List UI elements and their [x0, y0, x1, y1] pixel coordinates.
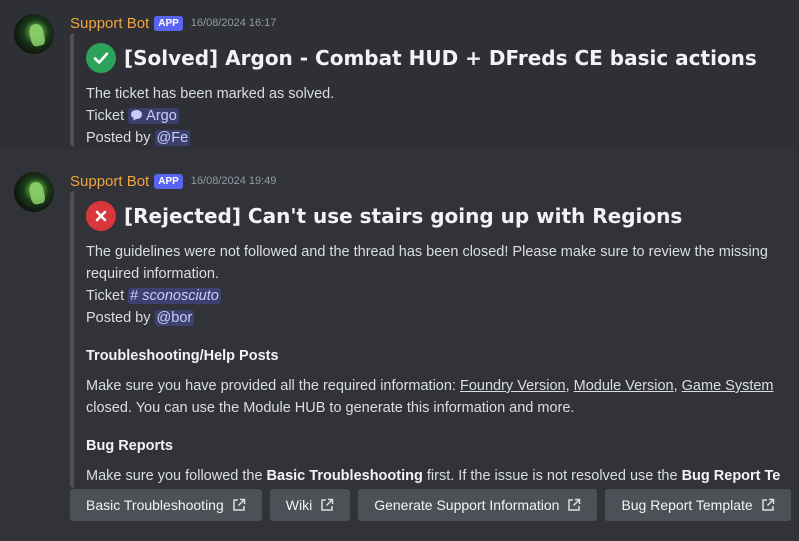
app-badge: APP: [154, 15, 183, 31]
username[interactable]: Support Bot: [70, 15, 149, 32]
message-header: Support Bot APP 16/08/2024 16:17: [70, 13, 276, 33]
check-icon: [86, 43, 116, 73]
section-troubleshooting-line1: Make sure you have provided all the requ…: [86, 378, 774, 394]
ticket-channel-mention[interactable]: # sconosciuto: [128, 288, 221, 304]
hash-icon: #: [130, 288, 139, 304]
ticket-label: Ticket: [86, 288, 125, 304]
embed-title: [Solved] Argon - Combat HUD + DFreds CE …: [86, 43, 757, 73]
wiki-button[interactable]: Wiki: [269, 489, 351, 521]
embed-title-text: [Solved] Argon - Combat HUD + DFreds CE …: [124, 46, 757, 70]
ticket-line: Ticket # sconosciuto: [86, 285, 221, 307]
link-button-row: Basic Troubleshooting Wiki Generate Supp…: [70, 489, 791, 521]
ticket-line: Ticket Argo: [86, 105, 179, 127]
external-link-icon: [568, 498, 581, 511]
embed-description-line2: required information.: [86, 266, 219, 282]
timestamp[interactable]: 16/08/2024 16:17: [191, 17, 277, 29]
bot-avatar[interactable]: [14, 14, 54, 54]
message-header: Support Bot APP 16/08/2024 19:49: [70, 171, 276, 191]
bot-avatar[interactable]: [14, 172, 54, 212]
foundry-version-link[interactable]: Foundry Version: [460, 378, 566, 394]
thread-bubble-icon: [131, 110, 143, 121]
user-mention[interactable]: @bor: [154, 310, 195, 326]
posted-by-label: Posted by: [86, 310, 151, 326]
external-link-icon: [761, 498, 774, 511]
posted-by-line: Posted by @Fe: [86, 127, 191, 149]
ticket-channel-mention[interactable]: Argo: [128, 108, 179, 124]
posted-by-label: Posted by: [86, 130, 151, 146]
section-troubleshooting-line2: closed. You can use the Module HUB to ge…: [86, 400, 575, 416]
embed-title-text: [Rejected] Can't use stairs going up wit…: [124, 204, 683, 228]
embed-title: [Rejected] Can't use stairs going up wit…: [86, 201, 682, 231]
embed-description-line1: The guidelines were not followed and the…: [86, 244, 768, 260]
module-version-link[interactable]: Module Version: [574, 378, 674, 394]
external-link-icon: [321, 498, 334, 511]
external-link-icon: [233, 498, 246, 511]
cross-icon: [86, 201, 116, 231]
section-bug-reports-title: Bug Reports: [86, 438, 173, 454]
user-mention[interactable]: @Fe: [154, 130, 191, 146]
app-badge: APP: [154, 173, 183, 189]
basic-troubleshooting-button[interactable]: Basic Troubleshooting: [70, 489, 262, 521]
username[interactable]: Support Bot: [70, 173, 149, 190]
game-system-link[interactable]: Game System: [682, 378, 774, 394]
section-bug-reports-line1: Make sure you followed the Basic Trouble…: [86, 468, 781, 484]
timestamp[interactable]: 16/08/2024 19:49: [191, 175, 277, 187]
embed-accent-bar: [70, 191, 74, 488]
embed-description: The ticket has been marked as solved.: [86, 86, 335, 102]
generate-support-information-button[interactable]: Generate Support Information: [358, 489, 598, 521]
embed-accent-bar: [70, 33, 74, 147]
bug-report-template-button[interactable]: Bug Report Template: [605, 489, 791, 521]
ticket-label: Ticket: [86, 108, 125, 124]
section-troubleshooting-title: Troubleshooting/Help Posts: [86, 348, 279, 364]
posted-by-line: Posted by @bor: [86, 307, 195, 329]
